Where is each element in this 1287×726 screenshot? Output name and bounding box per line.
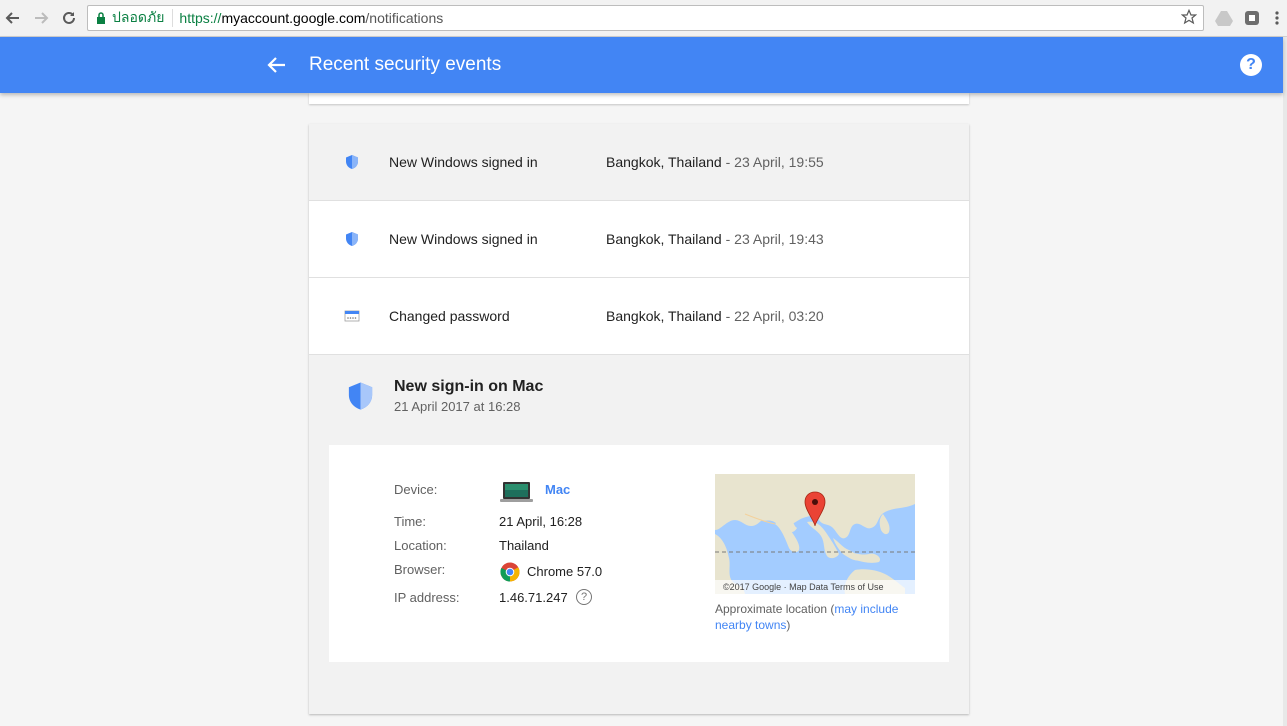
scrollbar[interactable] <box>1283 37 1287 726</box>
back-icon[interactable] <box>3 8 23 28</box>
event-time: - 22 April, 03:20 <box>721 308 824 324</box>
url-scheme: https:// <box>179 10 222 26</box>
time-value: 21 April, 16:28 <box>499 514 583 529</box>
event-location-time: Bangkok, Thailand - 22 April, 03:20 <box>606 308 824 324</box>
shield-icon <box>345 379 376 413</box>
event-location-time: Bangkok, Thailand - 23 April, 19:55 <box>606 154 824 170</box>
forward-icon[interactable] <box>31 8 51 28</box>
event-time: - 23 April, 19:55 <box>721 154 824 170</box>
lock-icon <box>97 12 105 24</box>
pocket-extension-icon[interactable] <box>1243 9 1261 27</box>
menu-kebab-icon[interactable] <box>1268 9 1286 27</box>
secure-label: ปลอดภัย <box>112 9 165 25</box>
device-link[interactable]: Mac <box>545 482 570 497</box>
reload-icon[interactable] <box>59 8 79 28</box>
browser-value: Chrome 57.0 <box>527 564 603 579</box>
browser-toolbar: ปลอดภัย https://myaccount.google.com/not… <box>0 0 1287 37</box>
url-path: /notifications <box>365 10 444 26</box>
event-details-panel: Device: Mac Time: 21 April, 16:28 Locati… <box>329 445 949 662</box>
time-label: Time: <box>394 514 427 529</box>
event-title: New Windows signed in <box>389 154 538 170</box>
ip-help-icon[interactable]: ? <box>576 589 592 605</box>
location-map[interactable]: ©2017 Google · Map Data Terms of Use <box>715 474 915 594</box>
event-time: - 23 April, 19:43 <box>721 231 824 247</box>
device-label: Device: <box>394 482 438 497</box>
location-value: Thailand <box>499 538 549 553</box>
drive-extension-icon[interactable] <box>1215 9 1233 27</box>
location-label: Location: <box>394 538 447 553</box>
security-events-list: New Windows signed in Bangkok, Thailand … <box>309 124 969 714</box>
ip-value: 1.46.71.247 <box>499 590 568 605</box>
map-attribution[interactable]: ©2017 Google · Map Data Terms of Use <box>715 580 915 594</box>
event-location: Bangkok, Thailand <box>606 308 722 324</box>
app-header: Recent security events ? <box>0 37 1283 93</box>
event-row[interactable]: Changed password Bangkok, Thailand - 22 … <box>309 278 969 355</box>
event-location: Bangkok, Thailand <box>606 231 722 247</box>
event-location: Bangkok, Thailand <box>606 154 722 170</box>
event-location-time: Bangkok, Thailand - 23 April, 19:43 <box>606 231 824 247</box>
browser-label: Browser: <box>394 562 446 577</box>
chrome-logo-icon <box>500 562 520 582</box>
back-arrow-icon[interactable] <box>265 53 289 77</box>
url-host: myaccount.google.com <box>221 10 366 26</box>
event-title: New Windows signed in <box>389 231 538 247</box>
event-row[interactable]: New Windows signed in Bangkok, Thailand … <box>309 201 969 278</box>
secure-indicator[interactable]: ปลอดภัย <box>88 9 174 27</box>
help-icon[interactable]: ? <box>1240 54 1262 76</box>
map-graphic <box>715 474 915 594</box>
approx-suffix: ) <box>786 618 791 632</box>
password-icon <box>344 308 360 324</box>
event-row[interactable]: New Windows signed in Bangkok, Thailand … <box>309 124 969 201</box>
address-bar[interactable]: ปลอดภัย https://myaccount.google.com/not… <box>87 5 1204 31</box>
expanded-event[interactable]: New sign-in on Mac 21 April 2017 at 16:2… <box>309 355 969 714</box>
approx-prefix: Approximate location ( <box>715 602 835 616</box>
ip-label: IP address: <box>394 590 460 605</box>
shield-icon <box>344 231 360 247</box>
previous-card-bottom <box>309 93 969 104</box>
laptop-icon <box>500 481 533 503</box>
shield-icon <box>344 154 360 170</box>
url-text[interactable]: https://myaccount.google.com/notificatio… <box>173 10 443 26</box>
approximate-location-note: Approximate location (may include nearby… <box>715 601 925 633</box>
bookmark-star-icon[interactable] <box>1180 8 1198 28</box>
expanded-event-title: New sign-in on Mac <box>394 378 544 395</box>
page-title: Recent security events <box>309 54 502 75</box>
expanded-event-date: 21 April 2017 at 16:28 <box>394 399 521 414</box>
event-title: Changed password <box>389 308 510 324</box>
